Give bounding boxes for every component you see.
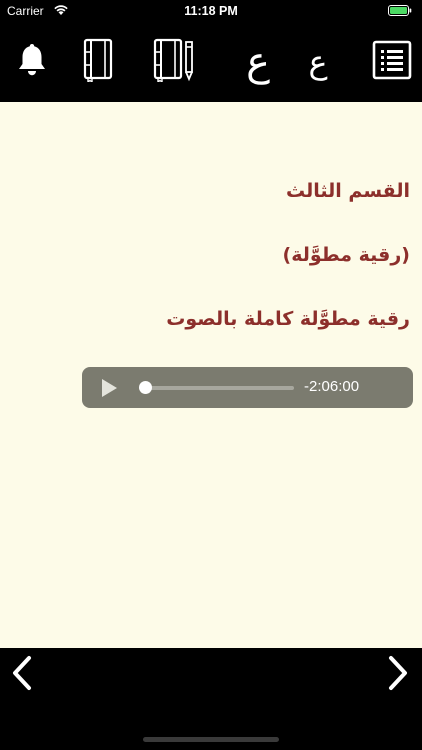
bottom-bar [0,648,422,750]
section-subtitle: (رقية مطوَّلة) [282,244,410,266]
play-icon[interactable] [102,379,117,397]
previous-button[interactable] [0,652,44,698]
status-time: 11:18 PM [184,4,238,18]
time-remaining: -2:06:00 [304,378,360,395]
notebook-button[interactable] [78,22,118,102]
notifications-button[interactable] [10,22,54,102]
bell-icon [16,42,48,82]
list-icon [372,40,412,84]
notebook-icon [81,38,115,86]
font-size-increase-button[interactable]: ع [234,22,282,102]
battery-icon [388,5,412,16]
notebook-edit-button[interactable] [150,22,198,102]
audio-player: -2:06:00 [82,367,413,408]
audio-progress-thumb[interactable] [139,381,152,394]
status-bar: Carrier 11:18 PM [0,0,422,22]
chevron-left-icon [10,655,34,695]
font-small-glyph: ع [308,43,328,81]
chevron-right-icon [386,655,410,695]
font-size-decrease-button[interactable]: ع [298,22,338,102]
top-toolbar: ع ع [0,22,422,102]
content-area: القسم الثالث (رقية مطوَّلة) رقية مطوَّلة… [0,102,422,648]
next-button[interactable] [376,652,420,698]
audio-title: رقية مطوَّلة كاملة بالصوت [166,308,410,330]
font-large-glyph: ع [246,39,270,85]
section-title: القسم الثالث [286,180,410,202]
audio-progress-track[interactable] [144,386,294,390]
home-indicator [143,737,279,742]
notebook-pencil-icon [152,38,196,86]
contents-button[interactable] [370,22,414,102]
